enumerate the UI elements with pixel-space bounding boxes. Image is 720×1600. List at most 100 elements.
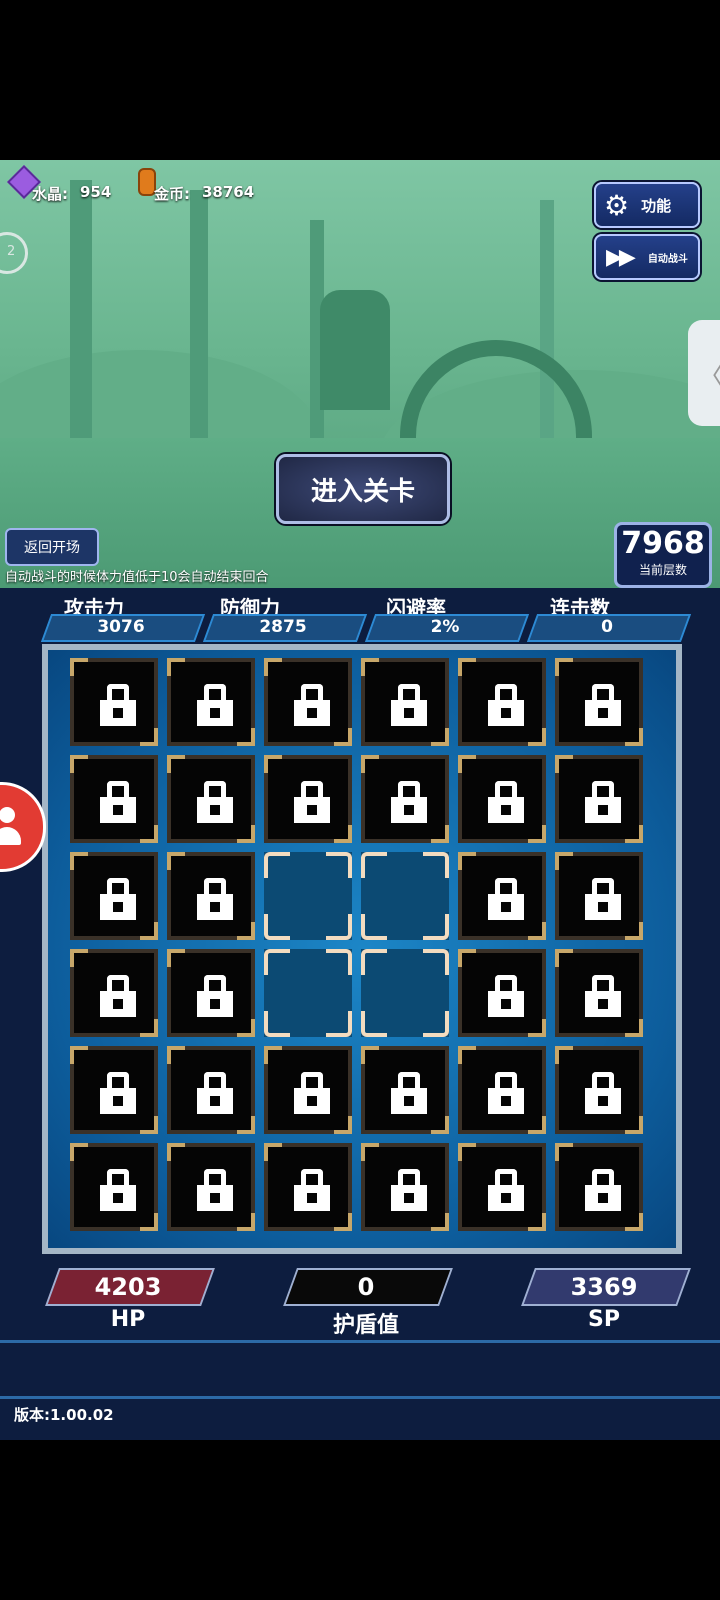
- open-slot[interactable]: [361, 949, 449, 1037]
- locked-slot[interactable]: [555, 1046, 643, 1134]
- hp-value: 4203: [94, 1273, 162, 1301]
- skill-grid-board: [42, 644, 682, 1254]
- lock-icon: [391, 1169, 427, 1211]
- lock-icon: [585, 878, 621, 920]
- lock-icon: [585, 781, 621, 823]
- locked-slot[interactable]: [167, 658, 255, 746]
- floor-number: 7968: [621, 526, 705, 561]
- locked-slot[interactable]: [458, 1143, 546, 1231]
- locked-slot[interactable]: [361, 1143, 449, 1231]
- locked-slot[interactable]: [167, 755, 255, 843]
- open-slot[interactable]: [361, 852, 449, 940]
- crystal-value: 954: [80, 183, 112, 201]
- locked-slot[interactable]: [458, 658, 546, 746]
- lock-icon: [488, 1072, 524, 1114]
- lock-icon: [197, 1072, 233, 1114]
- lock-icon: [391, 1072, 427, 1114]
- auto-battle-button[interactable]: ▶▶ 自动战斗: [594, 234, 700, 280]
- lock-icon: [197, 1169, 233, 1211]
- locked-slot[interactable]: [70, 852, 158, 940]
- locked-slot[interactable]: [458, 1046, 546, 1134]
- locked-slot[interactable]: [167, 1046, 255, 1134]
- lock-icon: [488, 975, 524, 1017]
- dodge-value: 2%: [430, 617, 460, 637]
- locked-slot[interactable]: [361, 1046, 449, 1134]
- crystal-label: 水晶:: [32, 185, 68, 203]
- locked-slot[interactable]: [70, 755, 158, 843]
- locked-slot[interactable]: [458, 852, 546, 940]
- version-text: 版本:1.00.02: [14, 1406, 114, 1424]
- locked-slot[interactable]: [458, 755, 546, 843]
- lock-icon: [391, 684, 427, 726]
- locked-slot[interactable]: [555, 949, 643, 1037]
- open-slot[interactable]: [264, 852, 352, 940]
- lock-icon: [585, 1169, 621, 1211]
- panel-divider: [0, 1396, 720, 1399]
- lock-icon: [488, 781, 524, 823]
- gold-value: 38764: [202, 183, 255, 201]
- panel-divider: [0, 1340, 720, 1343]
- lock-icon: [488, 878, 524, 920]
- lock-icon: [294, 684, 330, 726]
- lock-icon: [100, 781, 136, 823]
- locked-slot[interactable]: [264, 1046, 352, 1134]
- function-button-label: 功能: [641, 196, 672, 215]
- lock-icon: [488, 1169, 524, 1211]
- lock-icon: [294, 781, 330, 823]
- locked-slot[interactable]: [264, 755, 352, 843]
- locked-slot[interactable]: [167, 949, 255, 1037]
- fast-forward-icon: ▶▶: [606, 244, 636, 270]
- locked-slot[interactable]: [70, 1046, 158, 1134]
- locked-slot[interactable]: [264, 658, 352, 746]
- lock-icon: [585, 975, 621, 1017]
- lock-icon: [100, 878, 136, 920]
- lock-icon: [100, 1169, 136, 1211]
- defense-value: 2875: [259, 617, 307, 637]
- locked-slot[interactable]: [167, 852, 255, 940]
- lock-icon: [488, 684, 524, 726]
- combo-value: 0: [601, 617, 613, 637]
- function-button[interactable]: ⚙ 功能: [594, 182, 700, 228]
- gold-label: 金币:: [154, 185, 190, 203]
- locked-slot[interactable]: [555, 658, 643, 746]
- lock-icon: [197, 781, 233, 823]
- auto-battle-notice: 自动战斗的时候体力值低于10会自动结束回合: [5, 570, 269, 585]
- locked-slot[interactable]: [167, 1143, 255, 1231]
- locked-slot[interactable]: [458, 949, 546, 1037]
- locked-slot[interactable]: [361, 755, 449, 843]
- open-slot[interactable]: [264, 949, 352, 1037]
- enter-stage-label: 进入关卡: [310, 476, 415, 507]
- locked-slot[interactable]: [70, 949, 158, 1037]
- lock-icon: [294, 1169, 330, 1211]
- attack-value: 3076: [97, 617, 145, 637]
- locked-slot[interactable]: [555, 755, 643, 843]
- person-icon: [0, 807, 15, 823]
- back-to-start-label: 返回开场: [24, 540, 80, 556]
- sp-label: SP: [588, 1307, 620, 1332]
- current-floor-badge: 7968 当前层数: [614, 522, 712, 588]
- enter-stage-button[interactable]: 进入关卡: [276, 454, 450, 524]
- lock-icon: [294, 1072, 330, 1114]
- locked-slot[interactable]: [264, 1143, 352, 1231]
- lock-icon: [100, 975, 136, 1017]
- locked-slot[interactable]: [70, 1143, 158, 1231]
- lock-icon: [100, 1072, 136, 1114]
- lock-icon: [197, 684, 233, 726]
- back-to-start-button[interactable]: 返回开场: [5, 528, 99, 566]
- hp-label: HP: [110, 1307, 146, 1332]
- locked-slot[interactable]: [555, 1143, 643, 1231]
- locked-slot[interactable]: [555, 852, 643, 940]
- auto-battle-button-label: 自动战斗: [647, 253, 688, 265]
- lock-icon: [391, 781, 427, 823]
- locked-slot[interactable]: [70, 658, 158, 746]
- gear-icon: ⚙: [604, 188, 630, 222]
- skill-grid: [48, 650, 676, 1248]
- shield-value: 0: [357, 1273, 375, 1301]
- shield-label: 护盾值: [332, 1313, 399, 1338]
- lock-icon: [197, 975, 233, 1017]
- lock-icon: [197, 878, 233, 920]
- locked-slot[interactable]: [361, 658, 449, 746]
- side-drawer-tab[interactable]: 〈: [688, 320, 720, 426]
- lock-icon: [585, 684, 621, 726]
- left-round-button-text: 2: [7, 244, 16, 259]
